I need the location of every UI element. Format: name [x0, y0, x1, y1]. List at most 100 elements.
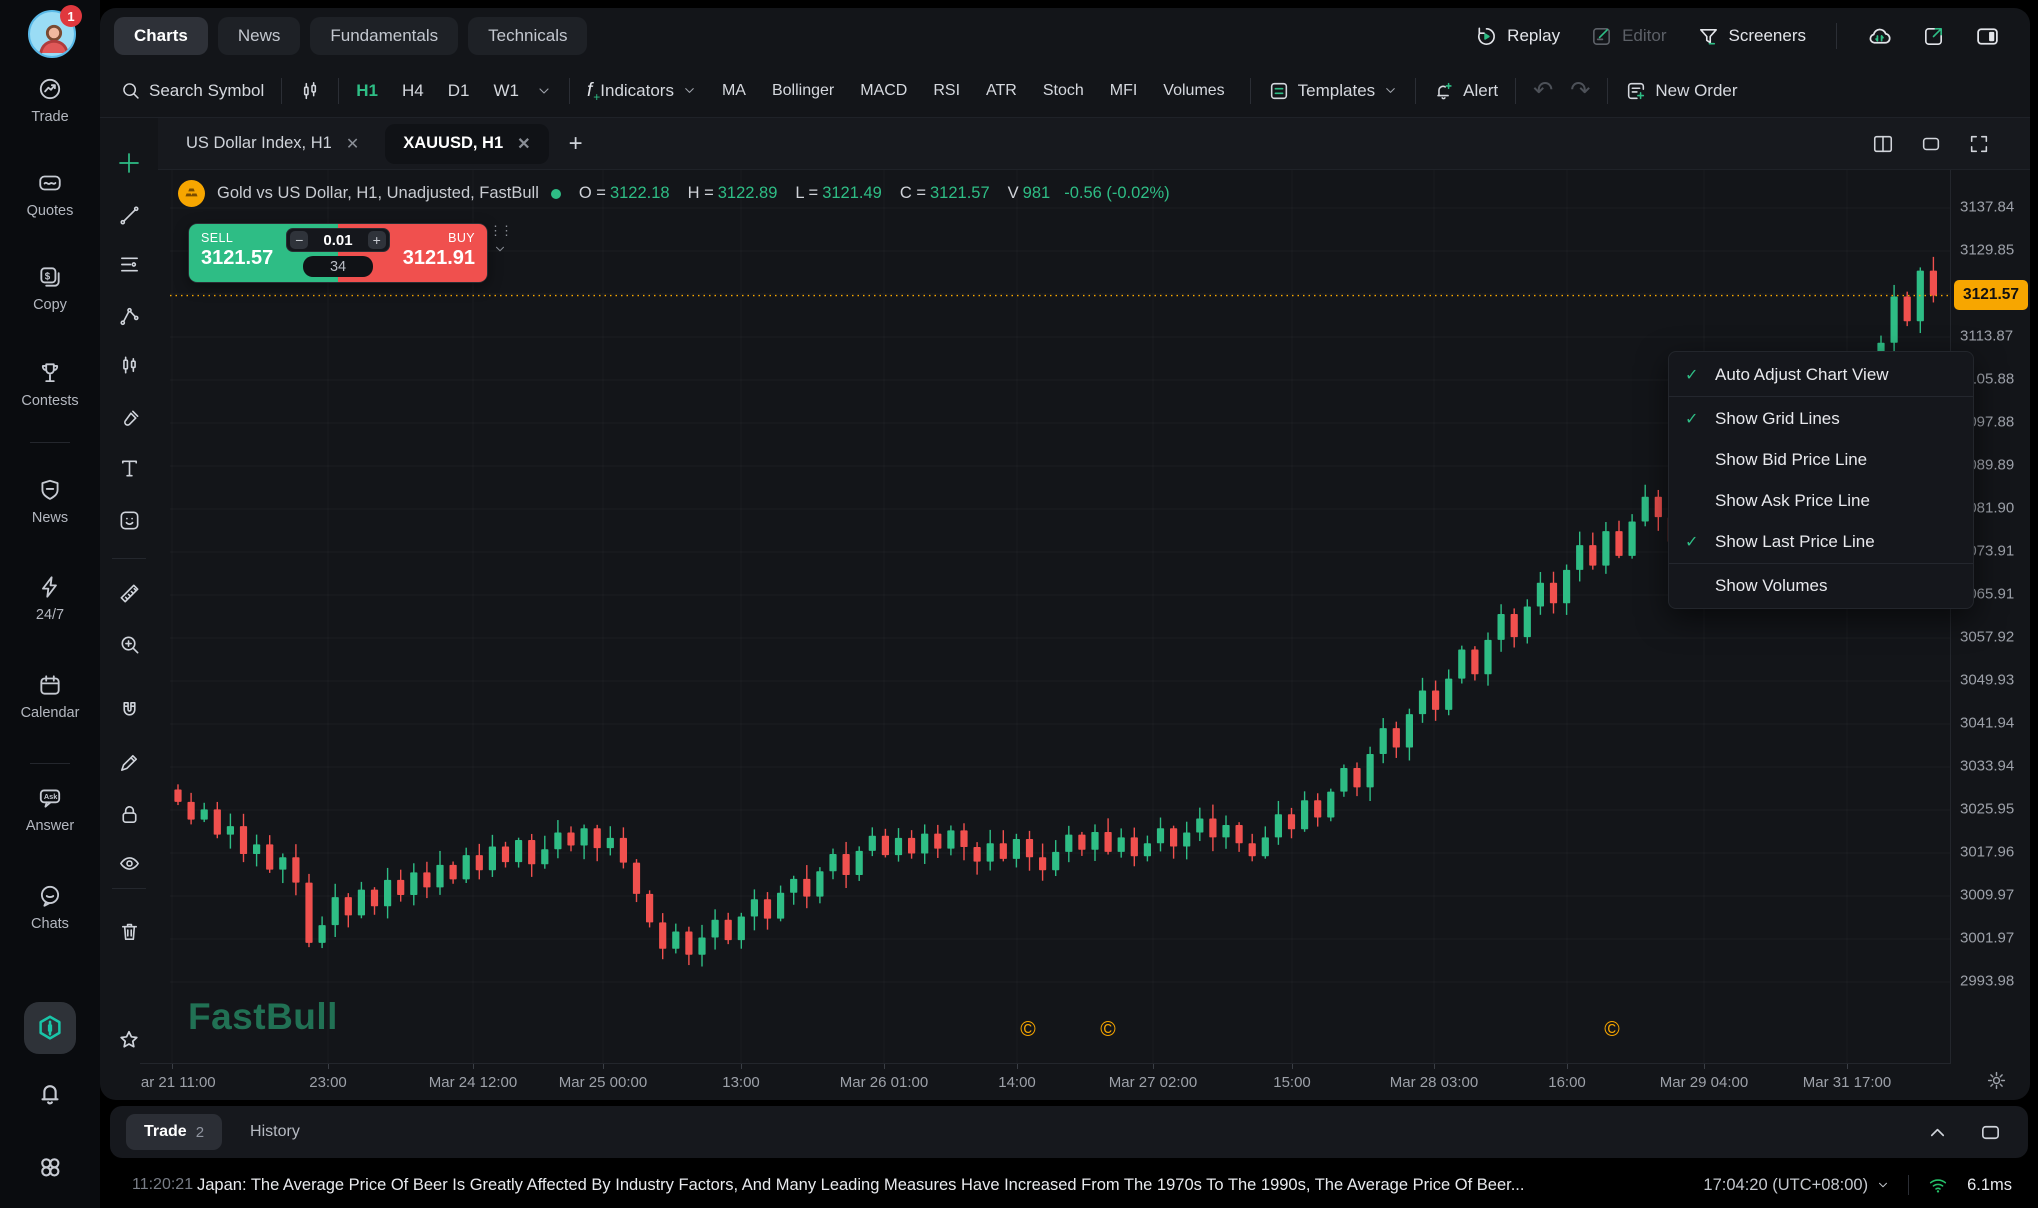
ruler-icon[interactable] [115, 579, 143, 607]
external-link-icon [1922, 25, 1945, 48]
editor-button[interactable]: Editor [1590, 25, 1666, 48]
server-clock[interactable]: 17:04:20 (UTC+08:00) [1703, 1176, 1890, 1195]
menu-item-show-bid-price-line[interactable]: Show Bid Price Line [1669, 439, 1973, 480]
sidebar-item-trade[interactable]: Trade [0, 76, 100, 125]
chart-context-menu: ✓Auto Adjust Chart View✓Show Grid LinesS… [1668, 351, 1974, 609]
fullscreen-icon[interactable] [1968, 133, 1990, 155]
interval-h1[interactable]: H1 [356, 81, 378, 101]
share-button[interactable] [1922, 25, 1945, 48]
news-icon [37, 477, 63, 503]
calendar-event-marker[interactable]: © [1100, 1018, 1116, 1041]
volume-value[interactable]: 0.01 [323, 232, 352, 249]
brush-icon[interactable] [115, 405, 143, 433]
expand-panel-icon[interactable] [1979, 1121, 2002, 1144]
interval-w1[interactable]: W1 [493, 81, 519, 101]
user-avatar[interactable]: 1 [28, 10, 76, 58]
terminal-active-button[interactable] [24, 1002, 76, 1054]
layout-icon[interactable] [1872, 133, 1894, 155]
indicator-shortcut-mfi[interactable]: MFI [1110, 82, 1138, 100]
cloud-sync-button[interactable] [1867, 24, 1892, 49]
magnet-icon[interactable] [115, 696, 143, 724]
sidebar-item-calendar[interactable]: Calendar [0, 672, 100, 721]
pitchfork-icon[interactable] [115, 302, 143, 330]
indicator-shortcut-bollinger[interactable]: Bollinger [772, 82, 834, 100]
close-tab-icon[interactable]: ✕ [517, 134, 530, 154]
tab-history[interactable]: History [250, 1123, 300, 1141]
drag-handle[interactable]: ⋮⋮ [489, 226, 511, 236]
undo-button[interactable]: ↶ [1533, 79, 1553, 103]
sidebar-divider [30, 763, 70, 764]
alert-button[interactable]: Alert [1433, 80, 1498, 102]
editor-label: Editor [1622, 26, 1666, 46]
indicator-shortcut-rsi[interactable]: RSI [933, 82, 960, 100]
nav-tab-charts[interactable]: Charts [114, 17, 208, 55]
lock-icon[interactable] [115, 800, 143, 828]
volume-decrease-button[interactable]: − [290, 231, 308, 249]
indicator-shortcut-macd[interactable]: MACD [860, 82, 907, 100]
menu-item-show-grid-lines[interactable]: ✓Show Grid Lines [1669, 398, 1973, 439]
star-icon[interactable] [115, 1026, 143, 1054]
news-ticker[interactable]: Japan: The Average Price Of Beer Is Grea… [197, 1176, 1618, 1195]
sidebar-item-quotes[interactable]: Quotes [0, 170, 100, 219]
sidebar-item-copy[interactable]: $Copy [0, 264, 100, 313]
new-order-button[interactable]: New Order [1625, 80, 1737, 102]
zoom-icon[interactable] [115, 630, 143, 658]
add-chart-tab-button[interactable]: + [557, 130, 595, 158]
nav-tab-fundamentals[interactable]: Fundamentals [310, 17, 458, 55]
close-tab-icon[interactable]: ✕ [346, 134, 359, 154]
panel-toggle-button[interactable] [1975, 24, 2000, 49]
price-axis[interactable]: 3137.843129.853113.873105.883097.883089.… [1950, 170, 2030, 1064]
nav-tab-news[interactable]: News [218, 17, 301, 55]
tab-trade[interactable]: Trade 2 [126, 1114, 222, 1150]
chevron-down-icon[interactable] [536, 83, 552, 99]
crosshair-icon[interactable] [115, 149, 143, 177]
chart-tab-1[interactable]: XAUUSD, H1✕ [385, 124, 548, 164]
indicator-shortcut-atr[interactable]: ATR [986, 82, 1017, 100]
screeners-button[interactable]: Screeners [1697, 25, 1806, 48]
sidebar-item-247[interactable]: 24/7 [0, 574, 100, 623]
menu-item-show-volumes[interactable]: Show Volumes [1669, 565, 1973, 606]
indicator-shortcut-ma[interactable]: MA [722, 82, 746, 100]
sidebar-item-chats[interactable]: Chats [0, 883, 100, 932]
trash-icon[interactable] [115, 917, 143, 945]
collapse-chevron-icon[interactable] [493, 242, 507, 256]
indicators-button[interactable]: f+ Indicators [587, 80, 697, 102]
calendar-event-marker[interactable]: © [1604, 1018, 1620, 1041]
menu-item-auto-adjust-chart-view[interactable]: ✓Auto Adjust Chart View [1669, 354, 1973, 395]
menu-item-show-last-price-line[interactable]: ✓Show Last Price Line [1669, 521, 1973, 562]
fib-lines-icon[interactable] [115, 250, 143, 278]
indicator-shortcut-volumes[interactable]: Volumes [1163, 82, 1224, 100]
redo-button[interactable]: ↷ [1570, 79, 1590, 103]
chart-type-button[interactable] [299, 80, 321, 102]
interval-d1[interactable]: D1 [448, 81, 470, 101]
axis-settings-button[interactable] [1986, 1070, 2007, 1091]
volume-increase-button[interactable]: + [368, 231, 386, 249]
sell-button[interactable]: SELL 3121.57 [189, 224, 300, 282]
templates-button[interactable]: Templates [1268, 80, 1398, 102]
draw-edit-icon[interactable] [115, 748, 143, 776]
minimize-window-icon[interactable] [1920, 133, 1942, 155]
emoji-icon[interactable] [115, 506, 143, 534]
sidebar-item-news[interactable]: News [0, 477, 100, 526]
chart-tab-0[interactable]: US Dollar Index, H1✕ [168, 124, 377, 164]
time-axis[interactable]: Mar 21 11:0023:00Mar 24 12:00Mar 25 00:0… [140, 1063, 1950, 1100]
notifications-bell-button[interactable] [35, 1078, 65, 1108]
trade-tab-label: Trade [144, 1123, 187, 1141]
candlestick-chart[interactable]: © © © [170, 170, 1950, 1063]
eye-icon[interactable] [115, 849, 143, 877]
chevron-up-icon[interactable] [1926, 1121, 1949, 1144]
sidebar-item-contests[interactable]: Contests [0, 360, 100, 409]
search-symbol-button[interactable]: Search Symbol [120, 80, 264, 101]
symbol-title[interactable]: Gold vs US Dollar, H1, Unadjusted, FastB… [217, 184, 539, 203]
patterns-icon[interactable] [115, 351, 143, 379]
text-icon[interactable] [115, 454, 143, 482]
indicator-shortcut-stoch[interactable]: Stoch [1043, 82, 1084, 100]
replay-button[interactable]: Replay [1475, 25, 1560, 48]
trendline-icon[interactable] [115, 201, 143, 229]
interval-h4[interactable]: H4 [402, 81, 424, 101]
sidebar-item-answer[interactable]: AskAnswer [0, 785, 100, 834]
buy-button[interactable]: BUY 3121.91 [376, 224, 487, 282]
calendar-event-marker[interactable]: © [1020, 1018, 1036, 1041]
nav-tab-technicals[interactable]: Technicals [468, 17, 587, 55]
menu-item-show-ask-price-line[interactable]: Show Ask Price Line [1669, 480, 1973, 521]
